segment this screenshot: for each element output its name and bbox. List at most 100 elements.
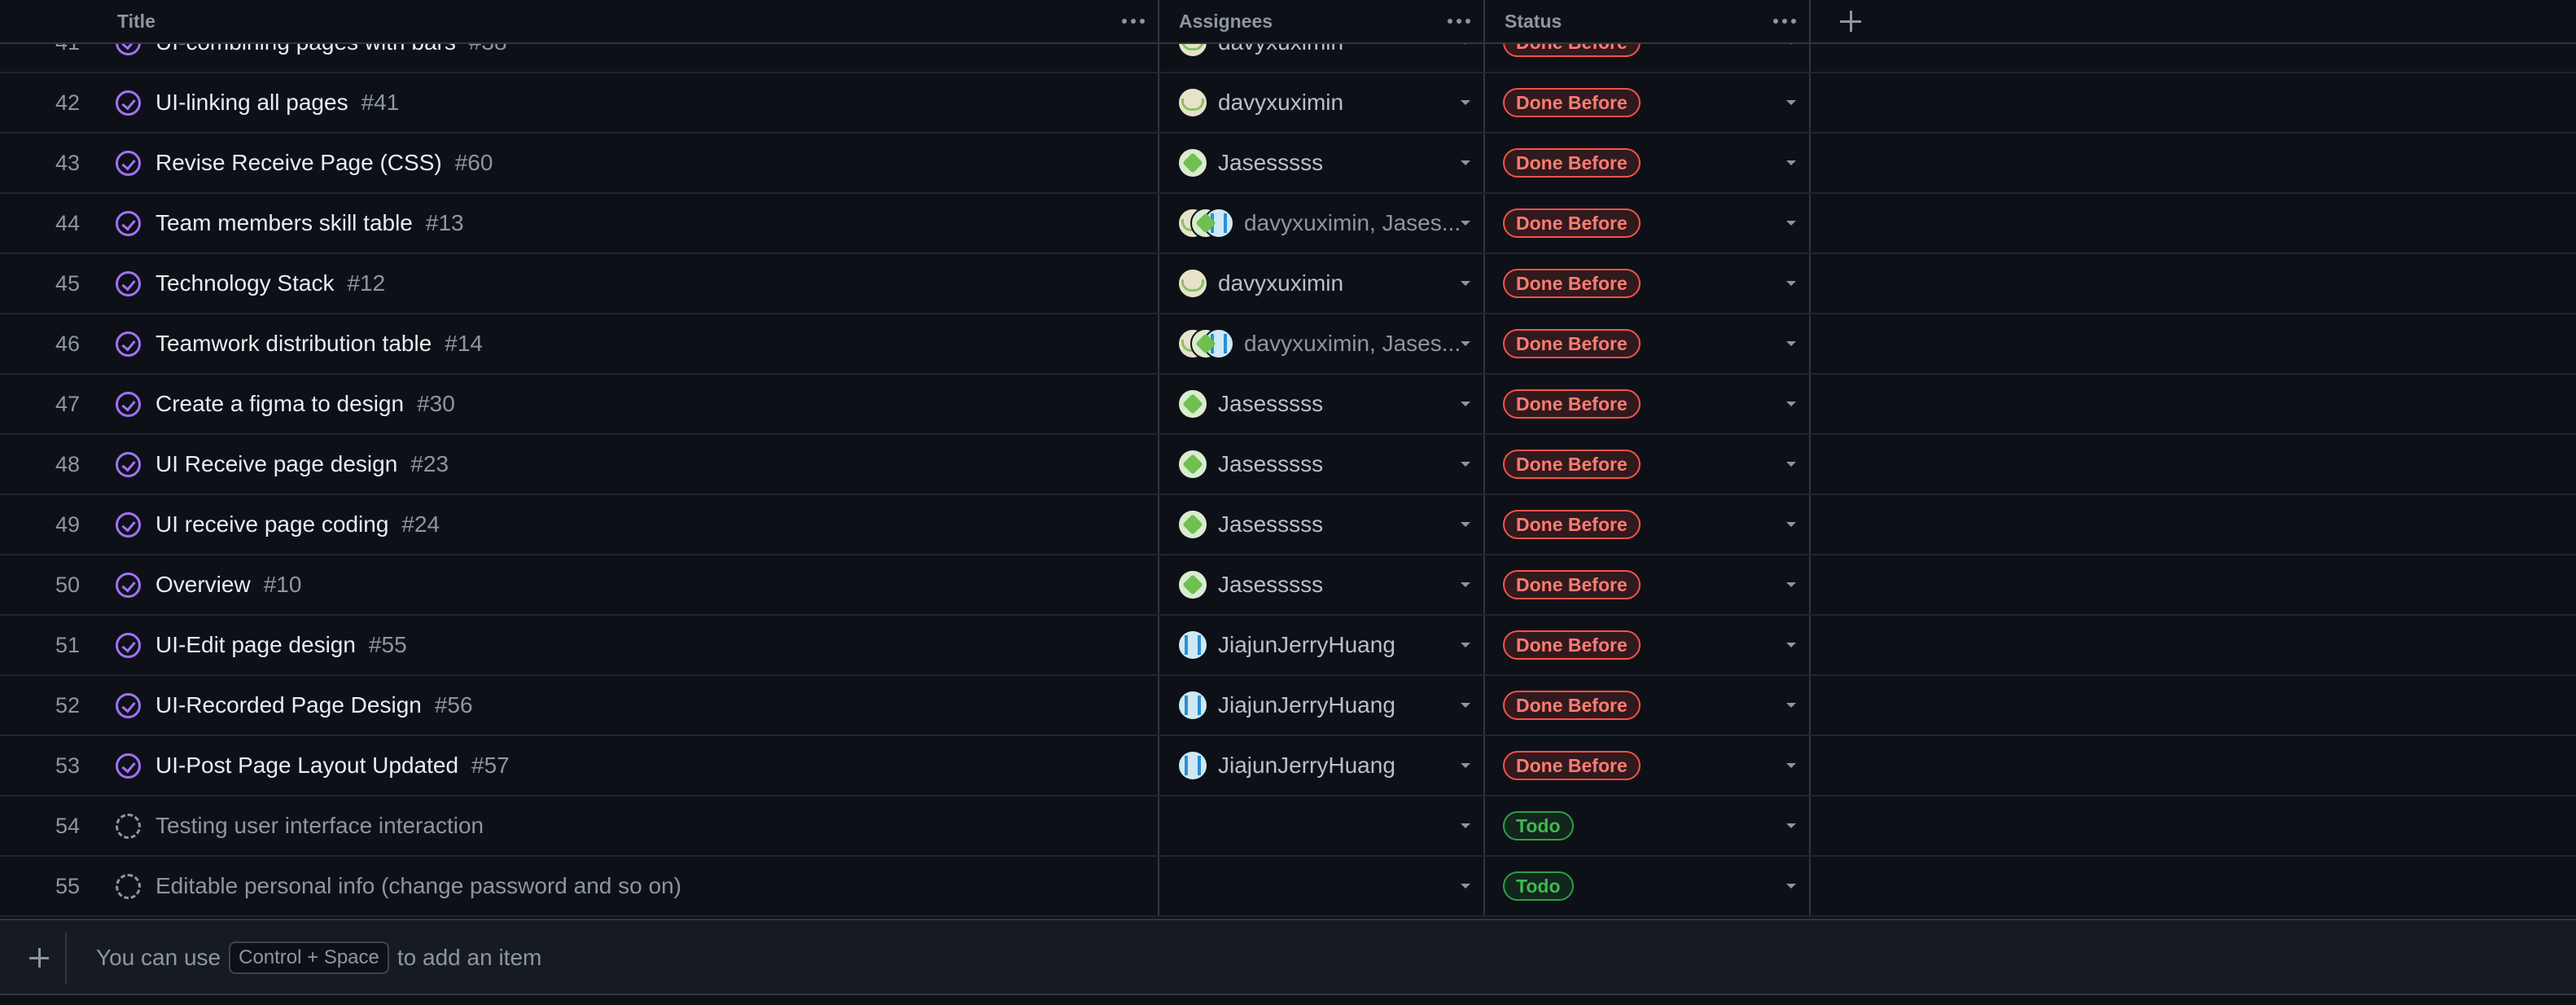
status-cell[interactable]: Done Before — [1483, 314, 1809, 373]
caret-down-icon[interactable] — [1461, 823, 1470, 828]
caret-down-icon[interactable] — [1461, 160, 1470, 165]
title-cell[interactable]: Technology Stack #12 — [98, 254, 1158, 313]
status-cell[interactable]: Done Before — [1483, 134, 1809, 192]
caret-down-icon[interactable] — [1786, 582, 1796, 587]
table-row[interactable]: 51 UI-Edit page design #55 JiajunJerryHuang… — [0, 616, 2576, 676]
title-cell[interactable]: UI-Post Page Layout Updated #57 — [98, 736, 1158, 795]
caret-down-icon[interactable] — [1461, 763, 1470, 768]
caret-down-icon[interactable] — [1786, 462, 1796, 467]
more-horizontal-icon[interactable] — [1435, 3, 1483, 39]
status-cell[interactable]: Done Before — [1483, 495, 1809, 554]
add-item-bar[interactable]: You can use Control + Space to add an it… — [0, 919, 2576, 995]
table-row[interactable]: 55 Editable personal info (change passwor… — [0, 857, 2576, 917]
item-title[interactable]: UI receive page coding — [156, 511, 388, 538]
issue-number[interactable]: #24 — [401, 511, 440, 538]
caret-down-icon[interactable] — [1461, 402, 1470, 406]
title-cell[interactable]: Teamwork distribution table #14 — [98, 314, 1158, 373]
item-title[interactable]: UI Receive page design — [156, 451, 397, 477]
status-cell[interactable]: Done Before — [1483, 73, 1809, 132]
caret-down-icon[interactable] — [1786, 100, 1796, 105]
table-row[interactable]: 52 UI-Recorded Page Design #56 JiajunJerryH… — [0, 676, 2576, 736]
caret-down-icon[interactable] — [1461, 522, 1470, 527]
column-header-assignees[interactable]: Assignees — [1158, 0, 1483, 42]
assignees-cell[interactable]: Jasesssss — [1158, 435, 1483, 494]
column-header-title[interactable]: Title — [98, 0, 1158, 42]
issue-number[interactable]: #60 — [455, 150, 493, 176]
assignees-cell[interactable]: Jasesssss — [1158, 555, 1483, 614]
caret-down-icon[interactable] — [1786, 643, 1796, 647]
caret-down-icon[interactable] — [1461, 281, 1470, 286]
status-cell[interactable]: Done Before — [1483, 435, 1809, 494]
issue-number[interactable]: #10 — [264, 572, 302, 598]
assignees-cell[interactable]: davyxuximin, Jases... — [1158, 194, 1483, 252]
caret-down-icon[interactable] — [1786, 763, 1796, 768]
status-cell[interactable]: Done Before — [1483, 616, 1809, 674]
item-title[interactable]: Team members skill table — [156, 210, 413, 236]
caret-down-icon[interactable] — [1461, 341, 1470, 346]
status-cell[interactable]: Todo — [1483, 797, 1809, 855]
title-cell[interactable]: UI-linking all pages #41 — [98, 73, 1158, 132]
item-title[interactable]: UI-Edit page design — [156, 632, 356, 658]
status-cell[interactable]: Done Before — [1483, 676, 1809, 735]
add-item-button[interactable] — [13, 932, 67, 984]
status-cell[interactable]: Done Before — [1483, 194, 1809, 252]
item-title[interactable]: UI-Recorded Page Design — [156, 692, 422, 718]
assignees-cell[interactable]: Jasesssss — [1158, 134, 1483, 192]
assignees-cell[interactable]: davyxuximin — [1158, 73, 1483, 132]
table-row[interactable]: 49 UI receive page coding #24 Jasesssss Done… — [0, 495, 2576, 555]
assignees-cell[interactable]: Jasesssss — [1158, 495, 1483, 554]
item-title[interactable]: Testing user interface interaction — [156, 813, 484, 839]
caret-down-icon[interactable] — [1786, 281, 1796, 286]
table-row[interactable]: 54 Testing user interface interaction Todo — [0, 797, 2576, 857]
issue-number[interactable]: #57 — [471, 753, 510, 779]
item-title[interactable]: Editable personal info (change password … — [156, 873, 681, 899]
table-row[interactable]: 42 UI-linking all pages #41 davyxuximin Done… — [0, 73, 2576, 134]
table-row[interactable]: 50 Overview #10 Jasesssss Done Before — [0, 555, 2576, 616]
caret-down-icon[interactable] — [1786, 160, 1796, 165]
table-row[interactable]: 47 Create a figma to design #30 Jasesssss Do… — [0, 375, 2576, 435]
more-horizontal-icon[interactable] — [1760, 3, 1809, 39]
title-cell[interactable]: Overview #10 — [98, 555, 1158, 614]
title-cell[interactable]: Revise Receive Page (CSS) #60 — [98, 134, 1158, 192]
table-row[interactable]: 53 UI-Post Page Layout Updated #57 JiajunJe… — [0, 736, 2576, 797]
issue-number[interactable]: #55 — [369, 632, 407, 658]
item-title[interactable]: Overview — [156, 572, 251, 598]
table-row[interactable]: 44 Team members skill table #13 davyxuximin… — [0, 194, 2576, 254]
title-cell[interactable]: UI-Recorded Page Design #56 — [98, 676, 1158, 735]
more-horizontal-icon[interactable] — [1109, 3, 1158, 39]
item-title[interactable]: Create a figma to design — [156, 391, 404, 417]
item-title[interactable]: Teamwork distribution table — [156, 331, 432, 357]
issue-number[interactable]: #30 — [417, 391, 455, 417]
assignees-cell[interactable] — [1158, 797, 1483, 855]
table-row[interactable]: 43 Revise Receive Page (CSS) #60 Jasesssss D… — [0, 134, 2576, 194]
caret-down-icon[interactable] — [1786, 884, 1796, 889]
caret-down-icon[interactable] — [1461, 100, 1470, 105]
caret-down-icon[interactable] — [1786, 703, 1796, 708]
caret-down-icon[interactable] — [1461, 884, 1470, 889]
assignees-cell[interactable]: JiajunJerryHuang — [1158, 736, 1483, 795]
issue-number[interactable]: #41 — [361, 90, 400, 116]
title-cell[interactable]: Editable personal info (change password … — [98, 857, 1158, 915]
status-cell[interactable]: Done Before — [1483, 736, 1809, 795]
caret-down-icon[interactable] — [1786, 823, 1796, 828]
title-cell[interactable]: Create a figma to design #30 — [98, 375, 1158, 433]
issue-number[interactable]: #13 — [426, 210, 464, 236]
issue-number[interactable]: #56 — [435, 692, 473, 718]
assignees-cell[interactable]: davyxuximin, Jases... — [1158, 314, 1483, 373]
table-row[interactable]: 48 UI Receive page design #23 Jasesssss Done… — [0, 435, 2576, 495]
assignees-cell[interactable]: JiajunJerryHuang — [1158, 616, 1483, 674]
assignees-cell[interactable]: Jasesssss — [1158, 375, 1483, 433]
assignees-cell[interactable]: JiajunJerryHuang — [1158, 676, 1483, 735]
table-row[interactable]: 45 Technology Stack #12 davyxuximin Done Bef… — [0, 254, 2576, 314]
issue-number[interactable]: #23 — [410, 451, 449, 477]
caret-down-icon[interactable] — [1786, 341, 1796, 346]
title-cell[interactable]: UI-Edit page design #55 — [98, 616, 1158, 674]
caret-down-icon[interactable] — [1461, 462, 1470, 467]
caret-down-icon[interactable] — [1461, 582, 1470, 587]
caret-down-icon[interactable] — [1461, 221, 1470, 226]
status-cell[interactable]: Done Before — [1483, 375, 1809, 433]
title-cell[interactable]: UI Receive page design #23 — [98, 435, 1158, 494]
caret-down-icon[interactable] — [1461, 703, 1470, 708]
title-cell[interactable]: Testing user interface interaction — [98, 797, 1158, 855]
assignees-cell[interactable]: davyxuximin — [1158, 254, 1483, 313]
